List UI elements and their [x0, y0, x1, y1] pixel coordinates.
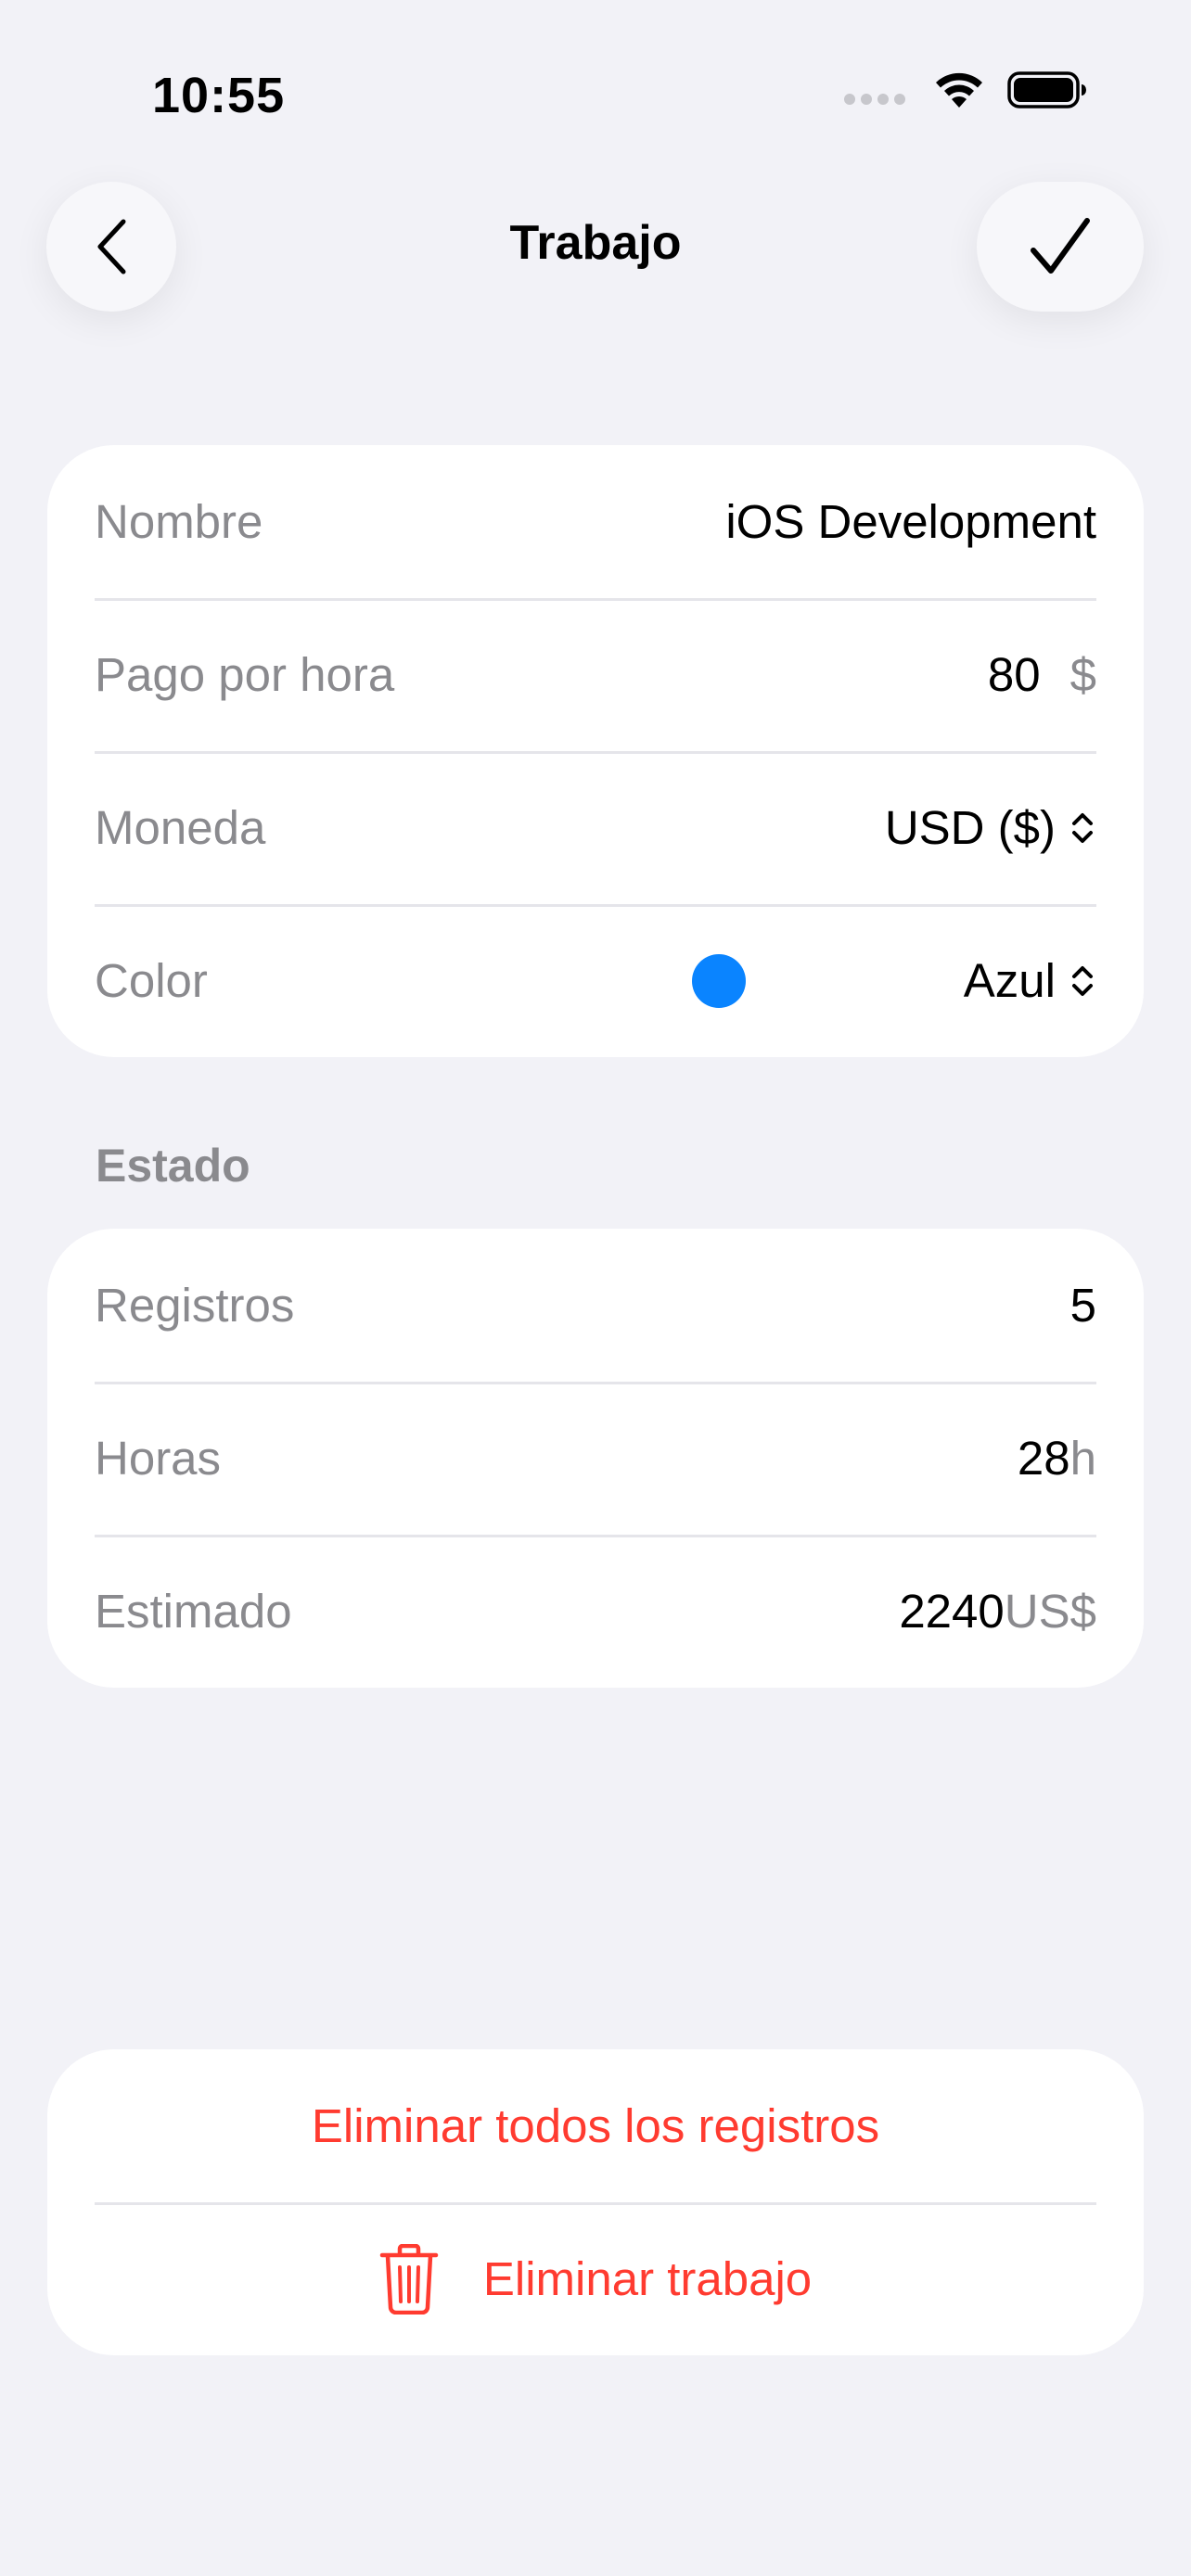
- hourly-rate-unit: $: [1069, 648, 1096, 701]
- save-button[interactable]: [977, 182, 1144, 312]
- color-value: Azul: [963, 954, 1056, 1007]
- section-header-status: Estado: [96, 1140, 250, 1192]
- hourly-rate-label: Pago por hora: [95, 648, 395, 701]
- delete-all-records-label: Eliminar todos los registros: [311, 2099, 880, 2152]
- hours-value-group: 28 h: [1018, 1431, 1096, 1486]
- color-swatch: [692, 953, 746, 1008]
- records-label: Registros: [95, 1279, 295, 1332]
- hours-unit: h: [1069, 1432, 1096, 1485]
- estimate-unit: US$: [1004, 1585, 1096, 1638]
- estimate-value: 2240: [899, 1585, 1005, 1638]
- delete-job-button[interactable]: Eliminar trabajo: [47, 2202, 1144, 2355]
- battery-icon: [1007, 71, 1086, 108]
- stats-card: Registros 5 Horas 28 h Estimado 2240 US$: [47, 1229, 1144, 1688]
- cellular-icon: [844, 94, 905, 105]
- color-row[interactable]: Color Azul: [47, 904, 1144, 1057]
- estimate-row: Estimado 2240 US$: [47, 1535, 1144, 1688]
- status-bar: 10:55: [0, 0, 1191, 185]
- estimate-value-group: 2240 US$: [899, 1584, 1096, 1639]
- job-form-card: Nombre iOS Development Pago por hora 80 …: [47, 445, 1144, 1057]
- trash-icon: [379, 2243, 439, 2315]
- hourly-rate-field[interactable]: 80: [988, 647, 1041, 702]
- currency-picker[interactable]: USD ($): [885, 800, 1096, 855]
- currency-row[interactable]: Moneda USD ($): [47, 751, 1144, 904]
- chevron-up-down-icon: [1072, 965, 1093, 996]
- currency-value: USD ($): [884, 801, 1056, 854]
- hours-value: 28: [1017, 1432, 1070, 1485]
- status-time: 10:55: [152, 68, 286, 123]
- name-label: Nombre: [95, 495, 263, 548]
- danger-card: Eliminar todos los registros Eliminar tr…: [47, 2049, 1144, 2355]
- name-field[interactable]: iOS Development: [725, 494, 1096, 549]
- delete-all-records-button[interactable]: Eliminar todos los registros: [47, 2049, 1144, 2202]
- hours-label: Horas: [95, 1432, 222, 1485]
- checkmark-icon: [1031, 218, 1090, 274]
- hourly-rate-value[interactable]: 80 $: [988, 647, 1096, 702]
- currency-label: Moneda: [95, 801, 266, 854]
- records-value: 5: [1069, 1279, 1096, 1332]
- wifi-icon: [936, 72, 982, 108]
- delete-job-label: Eliminar trabajo: [482, 2252, 813, 2305]
- hours-row: Horas 28 h: [47, 1382, 1144, 1535]
- estimate-label: Estimado: [95, 1585, 292, 1638]
- color-label: Color: [95, 954, 208, 1007]
- name-row[interactable]: Nombre iOS Development: [47, 445, 1144, 598]
- chevron-up-down-icon: [1072, 812, 1093, 843]
- status-icons: [844, 70, 1087, 109]
- color-picker[interactable]: Azul: [964, 953, 1096, 1008]
- records-row: Registros 5: [47, 1229, 1144, 1382]
- hourly-rate-row[interactable]: Pago por hora 80 $: [47, 598, 1144, 751]
